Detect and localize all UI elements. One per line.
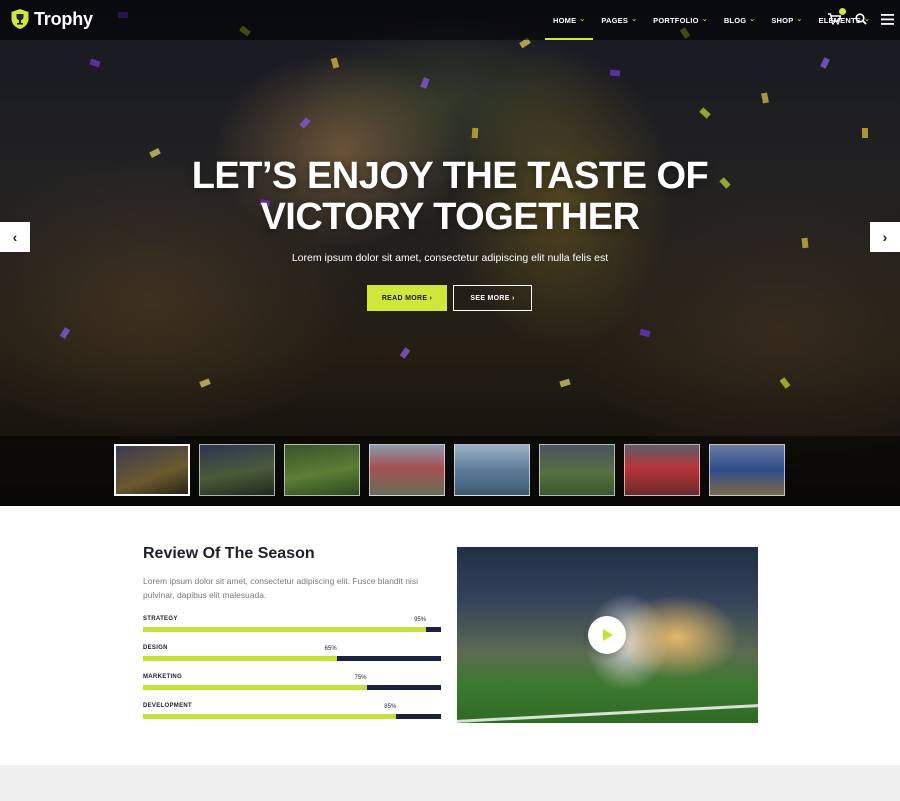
chevron-right-icon: ›	[427, 294, 433, 302]
cart-badge	[839, 8, 846, 15]
skill-fill	[143, 627, 427, 632]
nav-item-portfolio[interactable]: PORTFOLIO ⌄	[645, 0, 716, 40]
nav-label: HOME	[553, 15, 577, 25]
nav-label: SHOP	[771, 15, 794, 25]
footer-band	[0, 765, 900, 801]
read-more-label: READ MORE	[381, 294, 428, 302]
skill-label: STRATEGY	[143, 616, 178, 622]
chevron-down-icon: ⌄	[701, 16, 708, 23]
hero-title: LET’S ENJOY THE TASTE OF VICTORY TOGETHE…	[0, 156, 900, 238]
slider-prev-button[interactable]: ‹	[0, 222, 30, 252]
hero-slider: Trophy HOME ⌄ PAGES ⌄ PORTFOLIO ⌄ BLOG ⌄…	[0, 0, 900, 506]
skill-bar-strategy: STRATEGY 95%	[143, 616, 441, 640]
skill-fill	[143, 656, 337, 661]
nav-label: PORTFOLIO	[653, 15, 699, 25]
nav-item-shop[interactable]: SHOP ⌄	[763, 0, 810, 40]
skill-percent: 65%	[324, 646, 337, 652]
skill-fill	[143, 685, 367, 690]
chevron-right-icon: ›	[882, 229, 888, 245]
chevron-left-icon: ‹	[12, 229, 18, 245]
nav-item-home[interactable]: HOME ⌄	[545, 0, 594, 40]
play-button[interactable]	[588, 616, 626, 654]
nav-label: PAGES	[601, 15, 629, 25]
review-text: Lorem ipsum dolor sit amet, consectetur …	[143, 576, 418, 600]
slider-thumbnail[interactable]	[199, 444, 275, 496]
chevron-down-icon: ⌄	[579, 16, 586, 23]
slider-thumbnail[interactable]	[624, 444, 700, 496]
chevron-right-icon: ›	[509, 294, 515, 302]
brand-name: Trophy	[34, 8, 93, 29]
skill-fill	[143, 714, 397, 719]
chevron-down-icon: ⌄	[796, 16, 803, 23]
slider-thumbnails	[0, 436, 900, 506]
skill-track	[143, 685, 441, 690]
skill-bar-design: DESIGN 65%	[143, 645, 441, 669]
skill-bar-development: DEVELOPMENT 85%	[143, 703, 441, 727]
chevron-down-icon: ⌄	[749, 16, 756, 23]
see-more-label: SEE MORE	[470, 294, 510, 302]
skill-label: MARKETING	[143, 674, 183, 680]
skill-bar-marketing: MARKETING 75%	[143, 674, 441, 698]
skill-track	[143, 627, 441, 632]
skill-percent: 95%	[414, 617, 427, 623]
site-header: Trophy HOME ⌄ PAGES ⌄ PORTFOLIO ⌄ BLOG ⌄…	[0, 0, 900, 40]
slider-thumbnail[interactable]	[709, 444, 785, 496]
skill-track	[143, 656, 441, 661]
read-more-button[interactable]: READ MORE ›	[367, 285, 447, 311]
slider-thumbnail[interactable]	[454, 444, 530, 496]
slider-thumbnail[interactable]	[369, 444, 445, 496]
slider-thumbnail[interactable]	[114, 444, 190, 496]
nav-item-blog[interactable]: BLOG ⌄	[716, 0, 764, 40]
slider-thumbnail[interactable]	[284, 444, 360, 496]
nav-item-pages[interactable]: PAGES ⌄	[593, 0, 645, 40]
skill-track	[143, 714, 441, 719]
hero-title-line-1: LET’S ENJOY THE TASTE OF	[191, 155, 709, 197]
video-thumbnail[interactable]	[457, 547, 758, 723]
slider-thumbnail[interactable]	[539, 444, 615, 496]
logo[interactable]: Trophy	[10, 8, 93, 30]
see-more-button[interactable]: SEE MORE ›	[453, 285, 532, 311]
skill-percent: 75%	[354, 675, 367, 681]
chevron-down-icon: ⌄	[631, 16, 638, 23]
menu-icon[interactable]	[881, 13, 894, 27]
header-icons	[828, 0, 894, 40]
nav-label: BLOG	[723, 15, 747, 25]
search-icon[interactable]	[855, 13, 867, 27]
cart-icon[interactable]	[828, 8, 846, 27]
play-icon	[603, 629, 613, 641]
skill-percent: 85%	[384, 704, 397, 710]
trophy-shield-icon	[11, 9, 29, 29]
pitch-line	[457, 704, 758, 723]
hero-title-line-2: VICTORY TOGETHER	[260, 196, 640, 238]
skill-label: DESIGN	[143, 645, 168, 651]
skill-label: DEVELOPMENT	[143, 703, 192, 709]
slider-next-button[interactable]: ›	[870, 222, 900, 252]
hero-subtitle: Lorem ipsum dolor sit amet, consectetur …	[291, 252, 609, 264]
review-title: Review Of The Season	[143, 545, 315, 562]
